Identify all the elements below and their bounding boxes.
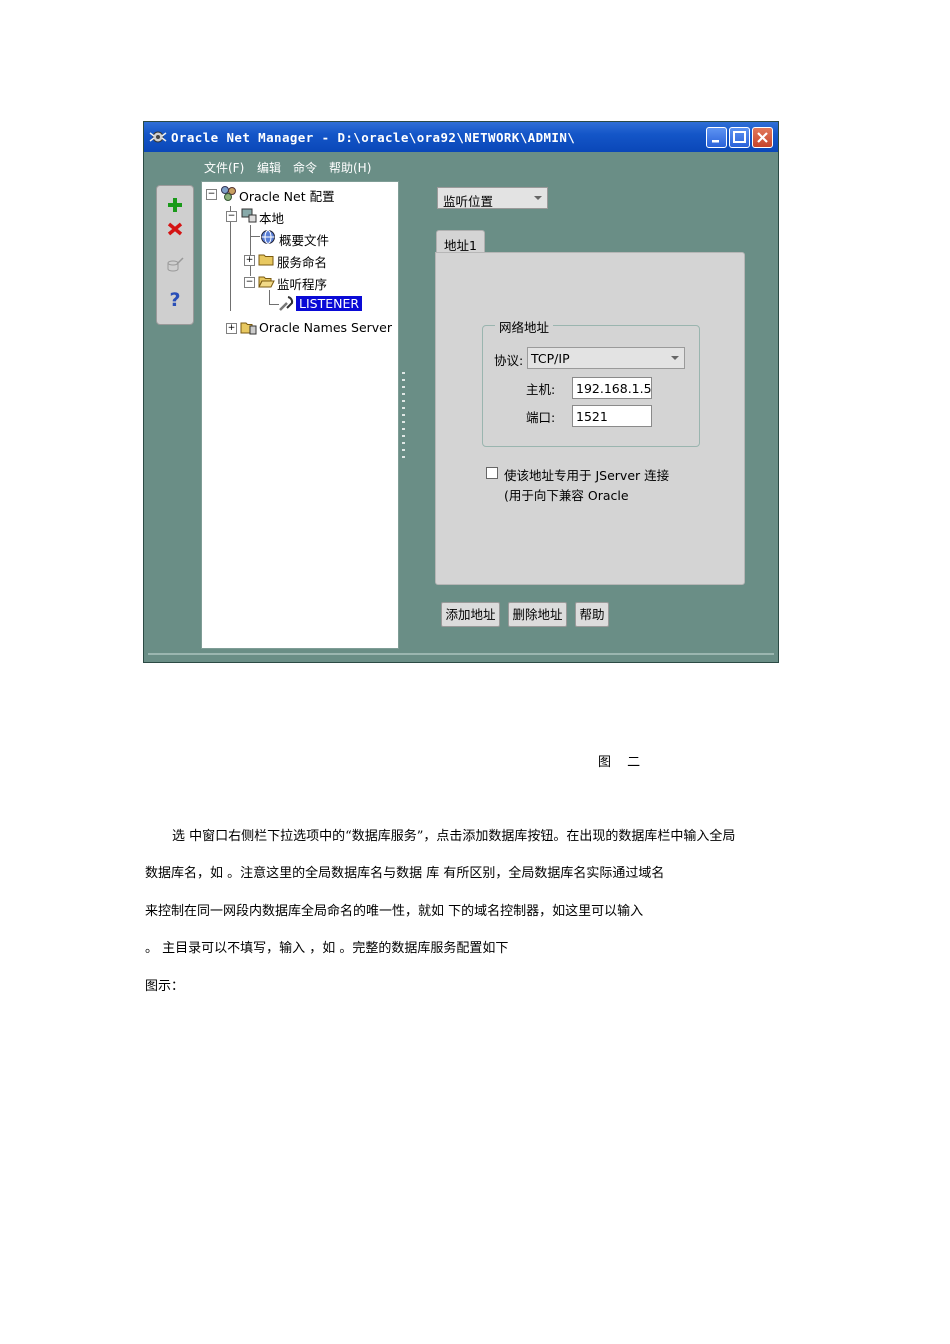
close-icon (757, 132, 768, 143)
add-icon (168, 198, 182, 212)
panel-splitter[interactable] (402, 372, 405, 462)
tree-label-listeners: 监听程序 (277, 277, 328, 292)
chevron-down-icon (671, 356, 679, 360)
menu-command[interactable]: 命令 (293, 159, 317, 176)
help-icon: ? (169, 289, 180, 311)
globe-icon (261, 230, 275, 244)
menu-edit[interactable]: 编辑 (257, 159, 281, 176)
listener-ear-icon (279, 296, 294, 311)
expand-icon[interactable]: + (226, 323, 237, 334)
jserver-checkbox-label: 使该地址专用于 JServer 连接 (504, 468, 670, 483)
folder-icon (258, 254, 274, 266)
protocol-select[interactable]: TCP/IP (527, 347, 685, 369)
tree-label-listener: LISTENER (294, 295, 364, 312)
tree-connector (250, 225, 251, 276)
test-service-button[interactable] (163, 254, 187, 276)
app-logo-icon (149, 131, 167, 143)
collapse-icon[interactable]: − (206, 189, 217, 200)
host-input[interactable]: 192.168.1.5 (572, 377, 652, 399)
vertical-toolbar: ? (156, 185, 194, 325)
open-folder-icon (258, 276, 275, 288)
network-config-icon (221, 186, 236, 201)
tab-address-1[interactable]: 地址1 (436, 230, 485, 254)
group-title: 网络地址 (495, 317, 554, 336)
tree-connector (269, 290, 270, 304)
tree-label-service-naming: 服务命名 (277, 255, 328, 270)
chevron-down-icon (534, 196, 542, 200)
expand-icon[interactable]: + (244, 255, 255, 266)
maximize-button[interactable] (729, 127, 750, 148)
paragraph-line: 图示： (145, 979, 185, 994)
jserver-checkbox-label-2: (用于向下兼容 Oracle (504, 488, 629, 503)
title-bar[interactable]: Oracle Net Manager - D:\oracle\ora92\NET… (144, 122, 778, 152)
add-address-button[interactable]: 添加地址 (441, 602, 500, 627)
delete-button[interactable] (163, 218, 187, 240)
status-bar (148, 653, 774, 655)
port-label: 端口: (526, 410, 556, 425)
tree-label-local: 本地 (259, 211, 285, 226)
remove-address-button[interactable]: 删除地址 (508, 602, 567, 627)
menu-help[interactable]: 帮助(H) (329, 159, 371, 176)
delete-icon (167, 222, 183, 236)
tree-connector (250, 236, 260, 237)
protocol-label: 协议: (494, 353, 524, 368)
collapse-icon[interactable]: − (244, 277, 255, 288)
view-select-value: 监听位置 (443, 194, 494, 209)
names-server-icon (240, 322, 257, 335)
oracle-net-manager-window: Oracle Net Manager - D:\oracle\ora92\NET… (143, 121, 779, 663)
window-title: Oracle Net Manager - D:\oracle\ora92\NET… (171, 130, 576, 145)
close-window-button[interactable] (752, 127, 773, 148)
tree-label-names-server: Oracle Names Server (259, 320, 393, 335)
help-tool-button[interactable]: ? (163, 288, 187, 311)
host-label: 主机: (526, 382, 556, 397)
maximize-icon (733, 131, 746, 143)
jserver-checkbox[interactable] (486, 467, 498, 479)
add-button[interactable] (163, 194, 187, 216)
local-computer-icon (241, 208, 257, 223)
protocol-value: TCP/IP (531, 351, 570, 366)
port-input[interactable]: 1521 (572, 405, 652, 427)
figure-caption: 图 二 (598, 755, 647, 770)
collapse-icon[interactable]: − (226, 211, 237, 222)
navigator-tree: − Oracle Net 配置 − 本地 概要文件 + 服务命名 − 监听程序 … (201, 181, 399, 649)
help-button[interactable]: 帮助 (575, 602, 609, 627)
paragraph-line: 选 中窗口右侧栏下拉选项中的“数据库服务”，点击添加数据库按钮。在出现的数据库栏… (172, 829, 736, 844)
paragraph-line: 数据库名，如 。注意这里的全局数据库名与数据 库 有所区别，全局数据库名实际通过… (145, 866, 665, 881)
minimize-icon (712, 140, 719, 143)
paragraph-line: 。 主目录可以不填写，输入 ，如 。完整的数据库服务配置如下 (145, 941, 509, 956)
tree-label-root: Oracle Net 配置 (239, 189, 335, 204)
paragraph-line: 来控制在同一网段内数据库全局命名的唯一性，就如 下的域名控制器，如这里可以输入 (145, 904, 644, 919)
test-icon (167, 257, 184, 272)
svg-text:?: ? (169, 289, 180, 310)
view-select[interactable]: 监听位置 (437, 187, 548, 209)
menu-file[interactable]: 文件(F) (204, 159, 244, 176)
tree-label-profile: 概要文件 (279, 233, 330, 248)
minimize-button[interactable] (706, 127, 727, 148)
